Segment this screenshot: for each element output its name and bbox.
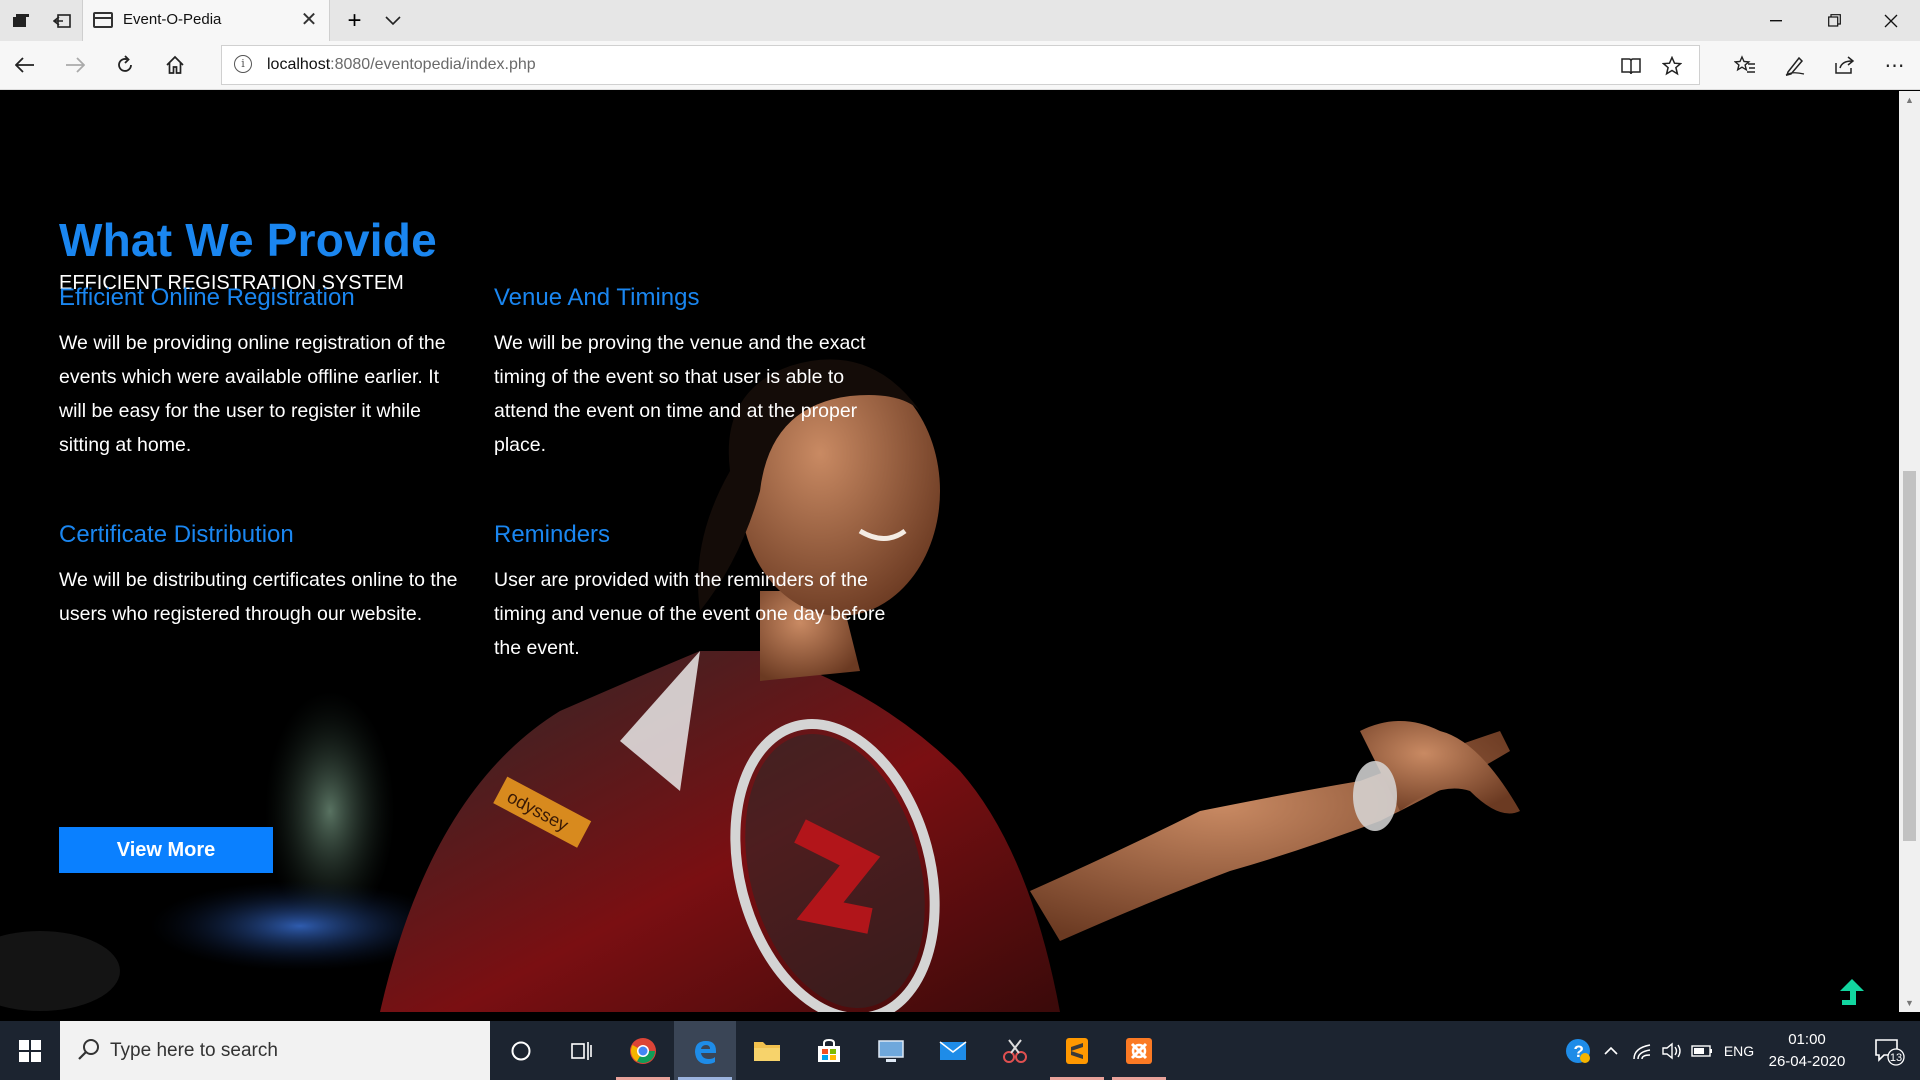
web-note-pen-icon[interactable]	[1775, 45, 1815, 85]
refresh-icon[interactable]	[105, 45, 145, 85]
close-window-button[interactable]	[1862, 0, 1920, 41]
sublime-text-icon[interactable]	[1046, 1021, 1108, 1080]
favorites-hub-icon[interactable]	[1725, 45, 1765, 85]
page-icon	[93, 12, 113, 28]
battery-icon[interactable]	[1688, 1021, 1716, 1080]
set-tabs-aside-icon[interactable]	[41, 0, 82, 41]
edge-icon[interactable]	[674, 1021, 736, 1080]
file-explorer-icon[interactable]	[736, 1021, 798, 1080]
scroll-up-arrow-icon[interactable]: ▲	[1899, 91, 1920, 109]
clock-time: 01:00	[1788, 1031, 1826, 1048]
feature-title: Certificate Distribution	[59, 521, 294, 548]
feature-title: Efficient Online Registration	[59, 284, 355, 311]
reading-view-icon[interactable]	[1617, 52, 1645, 80]
snipping-tool-icon[interactable]	[984, 1021, 1046, 1080]
new-tab-button[interactable]: +	[334, 0, 375, 41]
feature-title: Reminders	[494, 521, 611, 548]
volume-icon[interactable]	[1658, 1021, 1686, 1080]
url-text[interactable]: localhost:8080/eventopedia/index.php	[267, 56, 536, 74]
browser-tab-bar: Event-O-Pedia ✕ +	[0, 0, 1920, 41]
action-center-icon[interactable]: 13	[1864, 1021, 1914, 1080]
site-info-icon[interactable]: i	[234, 55, 252, 73]
feature-text: We will be proving the venue and the exa…	[494, 332, 866, 456]
feature-card: Reminders User are provided with the rem…	[494, 521, 899, 665]
forward-arrow-icon[interactable]	[55, 45, 95, 85]
xampp-icon[interactable]	[1108, 1021, 1170, 1080]
tab-actions-icon[interactable]	[0, 0, 41, 41]
task-view-icon[interactable]	[550, 1021, 612, 1080]
feature-title: Venue And Timings	[494, 284, 700, 311]
feature-card: Certificate Distribution We will be dist…	[59, 521, 464, 631]
show-hidden-icons-chevron-icon[interactable]	[1598, 1021, 1624, 1080]
section-title: What We Provide	[59, 214, 437, 266]
minimize-button[interactable]	[1747, 0, 1805, 41]
page-scrollbar[interactable]: ▲ ▼	[1899, 91, 1920, 1012]
clock[interactable]: 01:00 26-04-2020	[1764, 1029, 1850, 1073]
feature-text: User are provided with the reminders of …	[494, 569, 886, 659]
taskbar-search-box[interactable]: Type here to search	[60, 1021, 490, 1080]
clock-date: 26-04-2020	[1768, 1053, 1846, 1070]
feature-text: We will be providing online registration…	[59, 332, 446, 456]
store-icon[interactable]	[798, 1021, 860, 1080]
tab-event-o-pedia[interactable]: Event-O-Pedia ✕	[82, 0, 330, 41]
favorite-star-icon[interactable]	[1658, 52, 1686, 80]
more-options-icon[interactable]: ⋯	[1875, 45, 1915, 85]
browser-nav-bar: i localhost:8080/eventopedia/index.php ⋯	[0, 41, 1920, 90]
scroll-to-top-arrow-icon[interactable]	[1837, 978, 1867, 1010]
feature-card: Efficient Online Registration We will be…	[59, 284, 464, 462]
view-more-button[interactable]: View More	[59, 827, 273, 873]
feature-card: Venue And Timings We will be proving the…	[494, 284, 899, 462]
help-icon[interactable]: ?	[1560, 1021, 1596, 1080]
remote-desktop-icon[interactable]	[860, 1021, 922, 1080]
feature-text: We will be distributing certificates onl…	[59, 569, 458, 625]
language-indicator[interactable]: ENG	[1720, 1021, 1758, 1080]
home-icon[interactable]	[155, 45, 195, 85]
share-icon[interactable]	[1825, 45, 1865, 85]
search-placeholder: Type here to search	[110, 1040, 278, 1061]
windows-taskbar: Type here to search ? ENG 01:00 26-04-20…	[0, 1021, 1920, 1080]
close-tab-icon[interactable]: ✕	[297, 8, 321, 32]
address-bar[interactable]: i localhost:8080/eventopedia/index.php	[221, 45, 1700, 85]
windows-logo-icon	[19, 1039, 41, 1062]
network-icon[interactable]	[1628, 1021, 1656, 1080]
scroll-down-arrow-icon[interactable]: ▼	[1899, 994, 1920, 1012]
search-icon	[78, 1039, 99, 1060]
page-viewport: odyssey What We Provide EFFICIENT REGIST…	[0, 91, 1899, 1012]
restore-button[interactable]	[1805, 0, 1863, 41]
notification-count: 13	[1890, 1052, 1902, 1064]
mail-icon[interactable]	[922, 1021, 984, 1080]
back-arrow-icon[interactable]	[5, 45, 45, 85]
scrollbar-thumb[interactable]	[1903, 471, 1916, 841]
tab-list-chevron-icon[interactable]	[372, 0, 413, 41]
cortana-icon[interactable]	[490, 1021, 552, 1080]
chrome-icon[interactable]	[612, 1021, 674, 1080]
tab-title: Event-O-Pedia	[123, 11, 222, 28]
start-button[interactable]	[0, 1021, 60, 1080]
